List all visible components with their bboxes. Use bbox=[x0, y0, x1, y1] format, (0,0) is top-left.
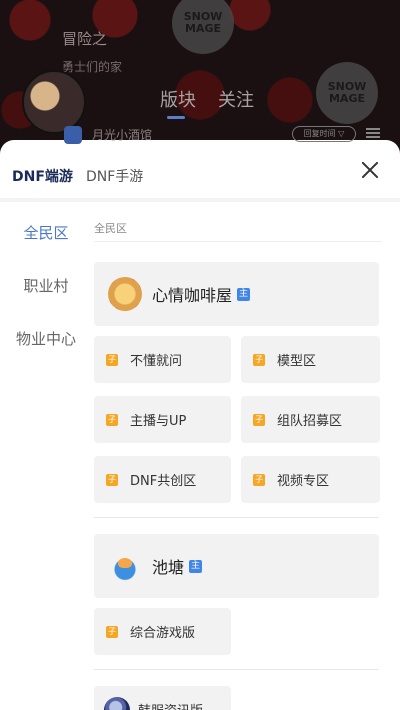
board-title: 心情咖啡屋 bbox=[152, 286, 233, 305]
board-card-cafe[interactable]: 心情咖啡屋 主 bbox=[94, 262, 379, 326]
forum-avatar bbox=[22, 70, 86, 134]
sub-tag-badge: 子 bbox=[106, 413, 118, 426]
board-avatar bbox=[104, 696, 130, 710]
sub-board-card[interactable]: 子 主播与UP bbox=[94, 396, 231, 443]
sub-tag-badge: 子 bbox=[253, 413, 265, 426]
user-icon bbox=[64, 126, 82, 144]
main-tag-badge: 主 bbox=[237, 287, 251, 301]
snow-mage-logo: SNOW MAGE bbox=[316, 62, 378, 124]
sub-board-card[interactable]: 子 综合游戏版 bbox=[94, 608, 231, 655]
user-name: 月光小酒馆 bbox=[92, 128, 153, 142]
sort-pill: 回复时间 ▽ bbox=[292, 126, 356, 142]
board-title: 韩服资讯版 bbox=[138, 700, 203, 710]
sub-tag-badge: 子 bbox=[106, 473, 118, 486]
sub-board-label: 组队招募区 bbox=[277, 414, 343, 429]
sub-board-label: 主播与UP bbox=[130, 414, 187, 429]
forum-title: 冒险之 bbox=[62, 30, 108, 48]
board-selector-sheet: DNF端游 DNF手游 全民区 职业村 物业中心 全民区 心情咖啡屋 主 子 不… bbox=[0, 140, 400, 710]
sub-board-label: 模型区 bbox=[277, 354, 317, 369]
sub-board-grid: 子 综合游戏版 bbox=[94, 608, 382, 655]
board-content: 全民区 心情咖啡屋 主 子 不懂就问 子 模型区 子 主播与UP 子 组队招募区 bbox=[94, 206, 382, 710]
menu-icon bbox=[366, 126, 380, 140]
sub-board-label: 综合游戏版 bbox=[130, 626, 196, 641]
board-card-kr-news[interactable]: 韩服资讯版 bbox=[94, 686, 231, 710]
tab-dnf-mobile[interactable]: DNF手游 bbox=[86, 166, 143, 186]
sub-tag-badge: 子 bbox=[253, 473, 265, 486]
sub-tag-badge: 子 bbox=[253, 353, 265, 366]
sub-board-card[interactable]: 子 视频专区 bbox=[241, 456, 380, 503]
sub-tag-badge: 子 bbox=[106, 353, 118, 366]
main-tag-badge: 主 bbox=[189, 559, 203, 573]
board-card-pond[interactable]: 池塘 主 bbox=[94, 534, 379, 598]
sub-board-label: 不懂就问 bbox=[130, 354, 183, 369]
close-icon[interactable] bbox=[358, 158, 382, 182]
tab-follow: 关注 bbox=[218, 90, 254, 111]
sub-board-label: DNF共创区 bbox=[130, 474, 197, 489]
sub-board-grid: 子 不懂就问 子 模型区 子 主播与UP 子 组队招募区 子 DNF共创区 子 … bbox=[94, 336, 382, 503]
left-nav: 全民区 职业村 物业中心 bbox=[0, 206, 92, 365]
sub-tag-badge: 子 bbox=[106, 625, 118, 638]
section-label: 全民区 bbox=[94, 220, 382, 242]
tab-dnf-pc[interactable]: DNF端游 bbox=[12, 166, 73, 186]
cafe-icon bbox=[108, 277, 142, 311]
nav-item-all[interactable]: 全民区 bbox=[0, 206, 92, 259]
background-page: SNOW MAGE SNOW MAGE 冒险之 勇士们的家 版块 关注 月光小酒馆 … bbox=[0, 0, 400, 150]
sheet-header: DNF端游 DNF手游 bbox=[0, 140, 400, 202]
pond-icon bbox=[108, 549, 142, 583]
snow-mage-logo: SNOW MAGE bbox=[172, 0, 234, 54]
sub-board-card[interactable]: 子 组队招募区 bbox=[241, 396, 380, 443]
sub-board-card[interactable]: 子 不懂就问 bbox=[94, 336, 231, 383]
forum-subtitle: 勇士们的家 bbox=[62, 60, 123, 74]
divider bbox=[94, 669, 379, 670]
sub-board-card[interactable]: 子 模型区 bbox=[241, 336, 380, 383]
board-title: 池塘 bbox=[152, 558, 185, 577]
sub-board-card[interactable]: 子 DNF共创区 bbox=[94, 456, 231, 503]
divider bbox=[94, 517, 379, 518]
nav-item-class-village[interactable]: 职业村 bbox=[0, 259, 92, 312]
background-tabs: 版块 关注 bbox=[160, 86, 254, 112]
sub-board-label: 视频专区 bbox=[277, 474, 330, 489]
nav-item-property-center[interactable]: 物业中心 bbox=[0, 312, 92, 365]
tab-underline bbox=[167, 116, 185, 119]
tab-boards: 版块 bbox=[160, 90, 196, 111]
